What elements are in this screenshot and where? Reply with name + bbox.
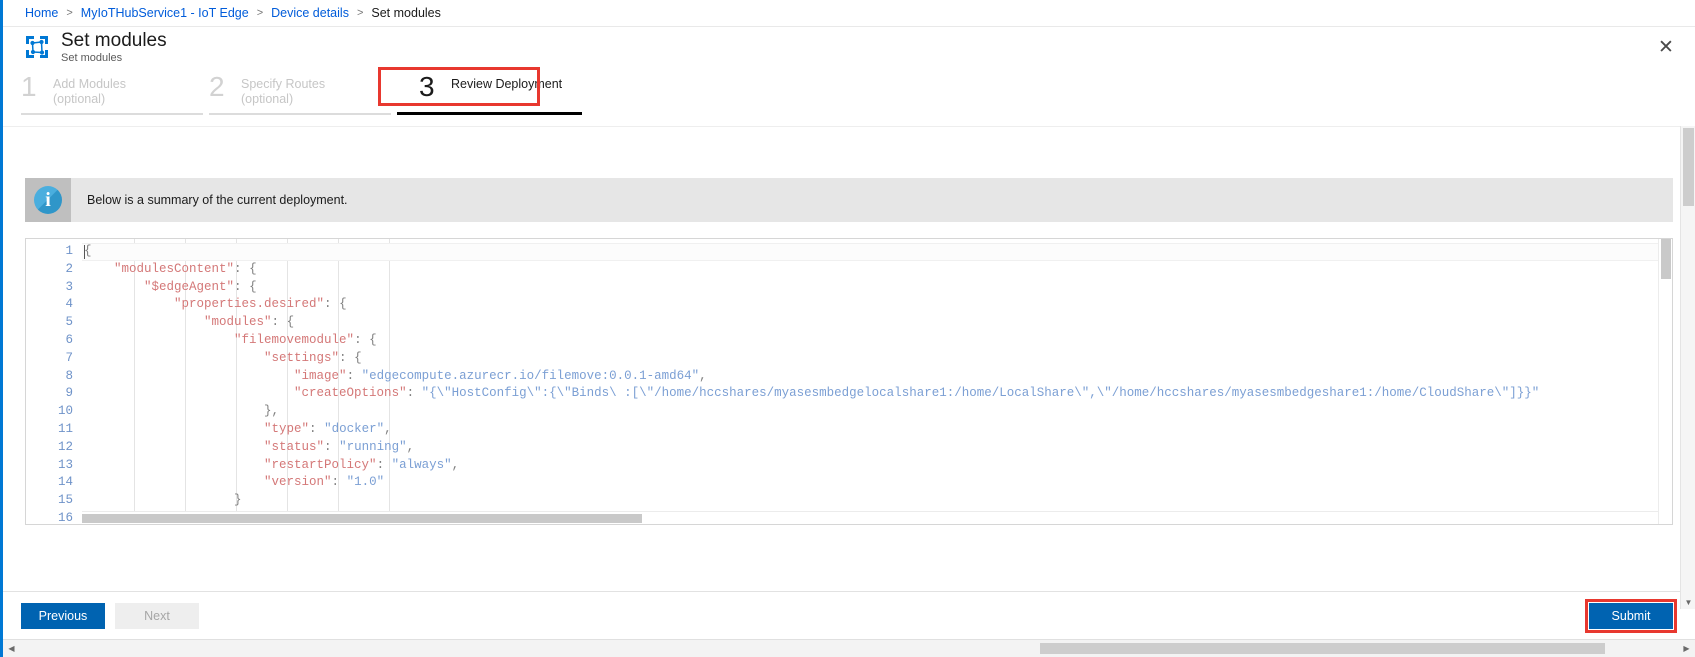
step-underline — [21, 113, 203, 115]
step-labels: Add Modules (optional) — [47, 72, 126, 107]
editor-line-number: 7 — [65, 350, 73, 365]
editor-line-number: 6 — [65, 332, 73, 347]
editor-horizontal-scrollbar[interactable] — [82, 511, 1658, 524]
step-label: Review Deployment — [451, 77, 563, 91]
code-line: "properties.desired": { — [174, 297, 347, 312]
editor-line-number: 8 — [65, 368, 73, 383]
breadcrumb-item-device-details[interactable]: Device details — [271, 6, 349, 20]
editor-line-number: 2 — [65, 261, 73, 276]
page-subtitle: Set modules — [61, 51, 123, 64]
info-glyph: i — [34, 186, 62, 214]
code-line: } — [234, 493, 242, 508]
step-label: Specify Routes — [241, 77, 326, 91]
code-line: "modulesContent": { — [114, 261, 257, 276]
code-line: "modules": { — [204, 315, 295, 330]
submit-button[interactable]: Submit — [1589, 602, 1673, 629]
info-banner: i Below is a summary of the current depl… — [25, 178, 1673, 222]
editor-line-number: 11 — [57, 421, 73, 436]
editor-hscroll-thumb[interactable] — [82, 514, 642, 523]
info-icon: i — [25, 178, 71, 222]
editor-vscroll-thumb[interactable] — [1661, 239, 1671, 279]
editor-line-number: 12 — [57, 439, 73, 454]
editor-line-numbers: 1234567891011121314151617 — [26, 239, 82, 524]
editor-code-area[interactable]: { "modulesContent": { "$edgeAgent": { "p… — [82, 239, 1672, 524]
previous-button[interactable]: Previous — [21, 602, 105, 629]
submit-button-wrap: Submit — [1585, 598, 1677, 633]
editor-vertical-scrollbar[interactable] — [1658, 239, 1672, 524]
info-message: Below is a summary of the current deploy… — [87, 193, 348, 207]
scroll-right-icon[interactable]: ▶ — [1678, 640, 1695, 657]
step-number: 3 — [419, 71, 435, 102]
code-line: "filemovemodule": { — [234, 332, 377, 347]
editor-line-number: 10 — [57, 404, 73, 419]
editor-line-number: 5 — [65, 315, 73, 330]
hscroll-thumb[interactable] — [1040, 643, 1605, 654]
editor-line-number: 4 — [65, 297, 73, 312]
code-line: { — [82, 243, 1672, 261]
page-title: Set modules — [61, 29, 167, 51]
breadcrumb-item-home[interactable]: Home — [25, 6, 58, 20]
step-labels: Review Deployment — [445, 72, 562, 92]
breadcrumb-separator: > — [356, 7, 364, 19]
tab-review-deployment[interactable]: 3 Review Deployment — [397, 67, 582, 115]
editor-line-number: 3 — [65, 279, 73, 294]
code-line: "status": "running", — [264, 439, 415, 454]
step-sublabel: (optional) — [53, 92, 106, 106]
step-underline — [209, 113, 391, 115]
scroll-left-icon[interactable]: ◀ — [3, 640, 20, 657]
blade-title-bar: Set modules Set modules ✕ — [3, 27, 1695, 67]
code-line: "restartPolicy": "always", — [264, 457, 460, 472]
code-line: "settings": { — [264, 350, 362, 365]
hscroll-track[interactable] — [20, 640, 1678, 657]
next-button[interactable]: Next — [115, 602, 199, 629]
editor-line-number: 1 — [65, 244, 73, 258]
modules-icon — [23, 33, 51, 61]
footer-bar: Previous Next Submit — [3, 591, 1695, 639]
step-number: 1 — [21, 71, 37, 102]
breadcrumb-separator: > — [66, 7, 73, 19]
code-line: "type": "docker", — [264, 421, 392, 436]
breadcrumb-item-set-modules: Set modules — [371, 6, 441, 20]
scroll-down-icon[interactable]: ▼ — [1681, 595, 1695, 609]
close-icon[interactable]: ✕ — [1653, 34, 1679, 60]
editor-line-number: 15 — [57, 493, 73, 508]
page-vscroll-thumb[interactable] — [1683, 128, 1694, 206]
code-line: "version": "1.0" — [264, 475, 385, 490]
code-line: }, — [264, 404, 280, 419]
step-label: Add Modules — [53, 77, 126, 91]
tab-add-modules[interactable]: 1 Add Modules (optional) — [21, 67, 209, 115]
breadcrumb: Home > MyIoTHubService1 - IoT Edge > Dev… — [3, 0, 1695, 27]
breadcrumb-item-iothub[interactable]: MyIoTHubService1 - IoT Edge — [81, 6, 249, 20]
content-area: i Below is a summary of the current depl… — [3, 126, 1695, 609]
page-vertical-scrollbar[interactable]: ▲ ▼ — [1680, 126, 1695, 609]
editor-line-number: 13 — [57, 457, 73, 472]
code-line: "image": "edgecompute.azurecr.io/filemov… — [294, 368, 707, 383]
page-horizontal-scrollbar[interactable]: ◀ ▶ — [3, 639, 1695, 657]
editor-line-number: 14 — [57, 475, 73, 490]
step-labels: Specify Routes (optional) — [235, 72, 325, 107]
editor-line-number: 9 — [65, 386, 73, 401]
code-line: "createOptions": "{\"HostConfig\":{\"Bin… — [294, 386, 1540, 401]
breadcrumb-separator: > — [256, 7, 264, 19]
blade-title-text: Set modules Set modules — [61, 30, 167, 65]
code-line: "$edgeAgent": { — [144, 279, 257, 294]
tab-specify-routes[interactable]: 2 Specify Routes (optional) — [209, 67, 397, 115]
wizard-steps: 1 Add Modules (optional) 2 Specify Route… — [3, 67, 1695, 125]
step-number: 2 — [209, 71, 225, 102]
step-underline — [397, 112, 582, 115]
step-sublabel: (optional) — [241, 92, 294, 106]
json-editor[interactable]: 1234567891011121314151617 { "modulesCont… — [25, 238, 1673, 525]
editor-line-number: 16 — [57, 510, 73, 525]
